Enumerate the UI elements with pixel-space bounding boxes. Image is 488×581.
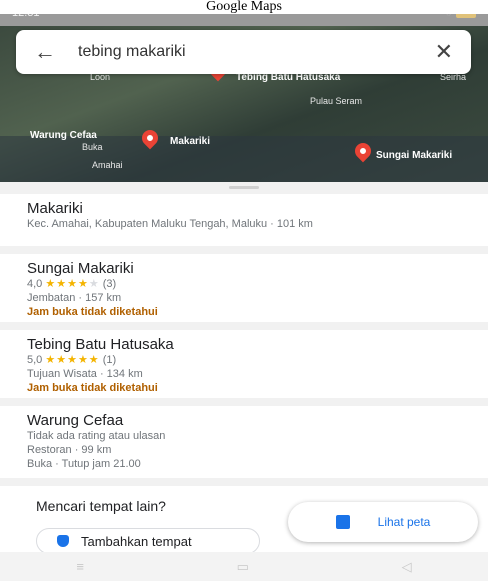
close-icon[interactable]: ✕ <box>435 39 453 65</box>
map-icon <box>335 515 350 529</box>
star-rating-icon: ★★★★★ <box>45 354 100 366</box>
back-arrow-icon[interactable]: ← <box>34 39 78 65</box>
map-label: Amahai <box>92 160 123 170</box>
result-hours: Jam buka tidak diketahui <box>27 382 158 394</box>
home-icon[interactable]: ▭ <box>237 559 249 575</box>
rating-value: 4,0 <box>27 278 43 290</box>
add-place-button[interactable]: Tambahkan tempat <box>36 528 260 554</box>
map-label: Makariki <box>170 136 211 147</box>
review-count: (1) <box>102 354 117 366</box>
result-category: Restoran · 99 km <box>27 444 112 456</box>
result-item[interactable]: Warung Cefaa Tidak ada rating atau ulasa… <box>0 406 488 478</box>
result-hours: Buka · Tutup jam 21.00 <box>27 458 141 470</box>
result-item[interactable]: Makariki Kec. Amahai, Kabupaten Maluku T… <box>0 194 488 246</box>
star-rating-icon: ★★★★★ <box>45 278 100 290</box>
map-label: Sungai Makariki <box>376 150 453 161</box>
result-item[interactable]: Tebing Batu Hatusaka 5,0 ★★★★★ (1) Tujua… <box>0 330 488 398</box>
map-label: Buka <box>82 142 103 152</box>
menu-icon[interactable]: ≡ <box>76 559 84 574</box>
back-icon[interactable]: ◁ <box>402 559 412 575</box>
review-count: (3) <box>102 278 117 290</box>
system-nav-bar: ≡ ▭ ◁ <box>0 552 488 581</box>
result-category: Tujuan Wisata · 134 km <box>27 368 143 380</box>
page-caption: Google Maps <box>0 0 488 14</box>
result-name: Makariki <box>27 200 83 217</box>
results-sheet[interactable]: Makariki Kec. Amahai, Kabupaten Maluku T… <box>0 182 488 552</box>
result-name: Warung Cefaa <box>27 412 124 429</box>
result-item[interactable]: Sungai Makariki 4,0 ★★★★★ (3) Jembatan ·… <box>0 254 488 322</box>
more-places-heading: Mencari tempat lain? <box>36 498 166 514</box>
result-category: Jembatan · 157 km <box>27 292 122 304</box>
drag-handle[interactable] <box>229 186 259 189</box>
view-map-button[interactable]: Lihat peta <box>288 502 478 542</box>
search-input[interactable]: tebing makariki <box>78 43 435 61</box>
result-name: Tebing Batu Hatusaka <box>27 336 174 353</box>
map-label: Pulau Seram <box>310 96 363 106</box>
rating-value: 5,0 <box>27 354 43 366</box>
add-place-icon <box>57 535 69 547</box>
map-label: Warung Cefaa <box>30 130 97 141</box>
result-address: Kec. Amahai, Kabupaten Maluku Tengah, Ma… <box>27 218 313 230</box>
search-bar[interactable]: ← tebing makariki ✕ <box>16 30 471 74</box>
result-rating-note: Tidak ada rating atau ulasan <box>27 430 166 442</box>
result-hours: Jam buka tidak diketahui <box>27 306 158 318</box>
result-name: Sungai Makariki <box>27 260 134 277</box>
